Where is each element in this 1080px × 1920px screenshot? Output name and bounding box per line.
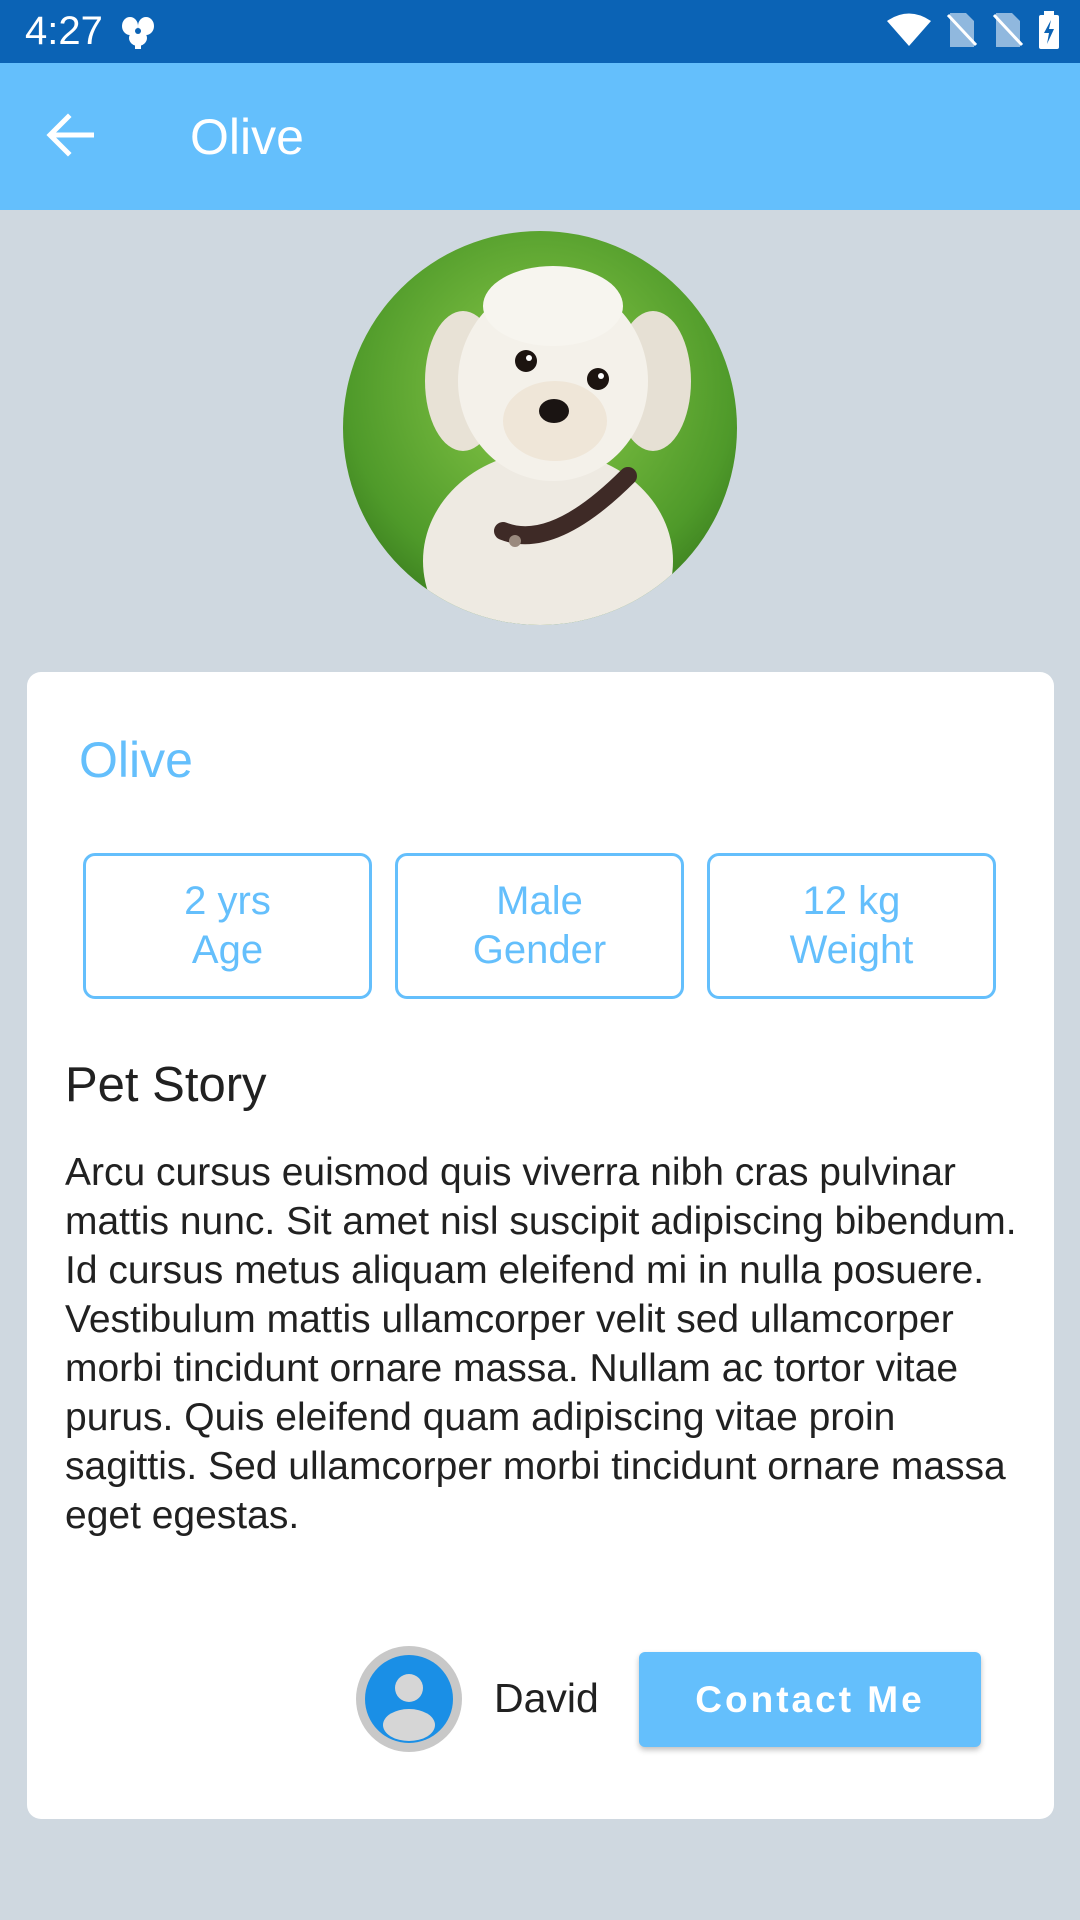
- attribute-value: Male: [496, 879, 583, 923]
- attribute-chip-gender: Male Gender: [395, 853, 684, 999]
- attribute-label: Age: [191, 928, 264, 972]
- pet-photo: [343, 231, 737, 625]
- arrow-back-icon: [46, 112, 95, 162]
- attribute-value: 2 yrs: [184, 879, 271, 923]
- pet-name: Olive: [79, 732, 193, 788]
- app-bar: Olive: [0, 63, 1080, 210]
- status-time: 4:27: [25, 9, 103, 53]
- no-sim-icon: [992, 11, 1024, 54]
- story-text: Arcu cursus euismod quis viverra nibh cr…: [65, 1151, 1017, 1537]
- pet-details-card: Olive 2 yrs Age Male Gender 12 kg Weight…: [27, 672, 1054, 1819]
- page-title: Olive: [190, 109, 304, 165]
- fan-icon: [118, 14, 158, 50]
- story-heading: Pet Story: [65, 1058, 267, 1112]
- battery-charging-icon: [1038, 10, 1060, 54]
- attribute-chip-weight: 12 kg Weight: [707, 853, 996, 999]
- attribute-label: Gender: [472, 928, 607, 972]
- no-sim-icon: [946, 11, 978, 54]
- owner-avatar: [356, 1646, 462, 1752]
- wifi-icon: [886, 12, 932, 53]
- contact-me-button[interactable]: Contact Me: [639, 1652, 981, 1747]
- attribute-label: Weight: [789, 928, 914, 972]
- attribute-chip-age: 2 yrs Age: [83, 853, 372, 999]
- back-button[interactable]: [40, 107, 100, 167]
- status-bar: 4:27: [0, 0, 1080, 63]
- owner-name: David: [494, 1675, 599, 1721]
- account-circle-icon: [365, 1655, 453, 1743]
- pet-attributes: 2 yrs Age Male Gender 12 kg Weight: [83, 853, 998, 999]
- status-icons: [886, 10, 1060, 54]
- attribute-value: 12 kg: [802, 879, 901, 923]
